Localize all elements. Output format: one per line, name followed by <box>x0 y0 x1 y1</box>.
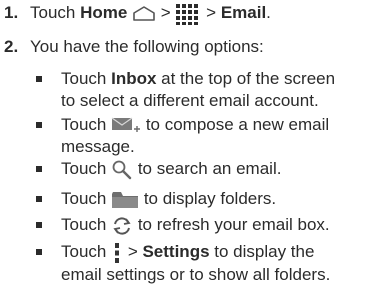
step-2: 2. You have the following options: <box>4 36 264 58</box>
inbox-label: Inbox <box>111 69 157 88</box>
home-icon <box>133 5 155 21</box>
apps-grid-icon <box>176 3 199 25</box>
step-1: 1. Touch Home > > Email. <box>4 2 271 25</box>
bullet <box>36 222 42 228</box>
instructions: 1. Touch Home > > Email. 2. You have the f… <box>4 2 336 284</box>
bullet <box>36 122 42 128</box>
bullet <box>36 196 42 202</box>
step-number: 1. <box>4 3 19 22</box>
bullet <box>36 249 42 255</box>
refresh-icon <box>113 216 131 235</box>
settings-label: Settings <box>142 242 210 261</box>
compose-mail-icon <box>111 117 141 132</box>
email-label: Email <box>220 3 267 22</box>
step-number: 2. <box>4 37 19 56</box>
folder-icon <box>112 191 139 208</box>
step-text: You have the following options: <box>30 37 264 56</box>
search-icon <box>112 160 132 179</box>
home-label: Home <box>80 3 128 22</box>
bullet <box>36 76 42 82</box>
bullet <box>36 166 42 172</box>
menu-icon <box>115 242 120 263</box>
